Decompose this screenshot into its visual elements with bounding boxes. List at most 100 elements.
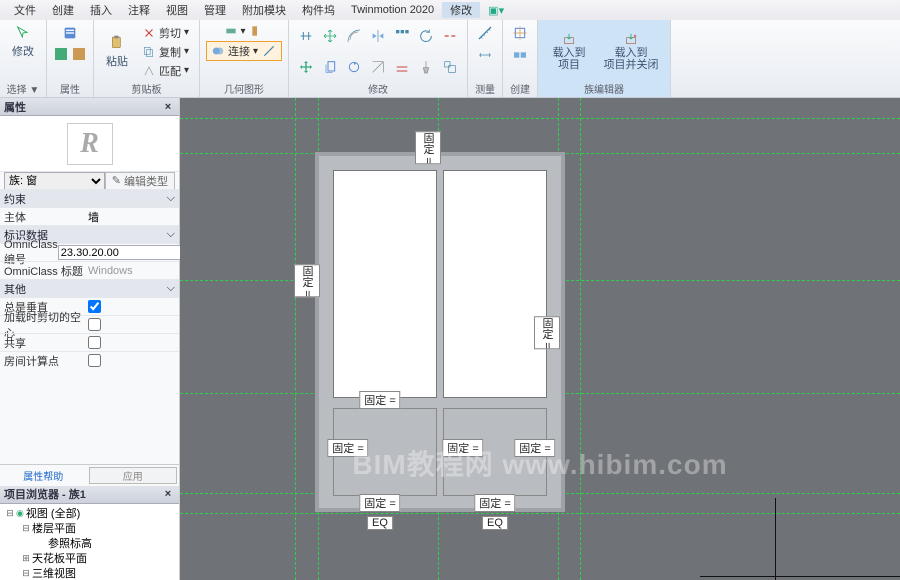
menu-finish-icon[interactable]: ▣▾ xyxy=(480,4,512,17)
dim-label[interactable]: 固定 = xyxy=(474,494,515,512)
type-selector-row: 族: 窗 ✎编辑类型 xyxy=(0,171,179,189)
always-vertical-checkbox[interactable] xyxy=(88,300,101,313)
rotate2-icon[interactable] xyxy=(343,56,365,78)
ribbon-group-select: 修改 选择 ▼ xyxy=(0,20,47,97)
section-other[interactable]: 其他⌵ xyxy=(0,279,179,297)
row-room-calc: 房间计算点 xyxy=(0,351,179,369)
ribbon-group-create: 创建 xyxy=(503,20,538,97)
group-label: 剪贴板 xyxy=(100,81,193,97)
measure-icon[interactable] xyxy=(474,22,496,44)
dim-eq-label[interactable]: EQ xyxy=(482,516,508,530)
properties-icon[interactable] xyxy=(59,22,81,44)
paste-button[interactable]: 粘贴 xyxy=(100,32,134,72)
ribbon: 修改 选择 ▼ 属性 粘贴 剪切 ▾ 复制 ▾ 匹配 ▾ 剪贴板 xyxy=(0,20,900,98)
menu-create[interactable]: 创建 xyxy=(44,2,82,18)
create2-icon[interactable] xyxy=(509,44,531,66)
cut-void-checkbox[interactable] xyxy=(88,318,101,331)
menu-twinmotion[interactable]: Twinmotion 2020 xyxy=(343,4,442,16)
dim-label[interactable]: 固定 = xyxy=(442,439,483,457)
shared-checkbox[interactable] xyxy=(88,336,101,349)
rotate-icon[interactable] xyxy=(415,25,437,47)
tree-node[interactable]: ⊞天花板平面 xyxy=(0,551,179,566)
group-label: 测量 xyxy=(474,81,496,97)
menu-view[interactable]: 视图 xyxy=(158,2,196,18)
array-icon[interactable] xyxy=(391,25,413,47)
menu-modify[interactable]: 修改 xyxy=(442,2,480,18)
cut-button[interactable]: 剪切 ▾ xyxy=(138,24,193,42)
dim-label[interactable]: 固定 = xyxy=(294,264,320,297)
group-label: 属性 xyxy=(53,81,87,97)
copy2-icon[interactable] xyxy=(319,56,341,78)
tree-node[interactable]: 参照标高 xyxy=(0,536,179,551)
load-into-project-close-button[interactable]: 载入到 项目并关闭 xyxy=(598,32,664,72)
group-label: 修改 xyxy=(295,81,461,97)
pane-top-left[interactable] xyxy=(333,170,437,398)
match-button[interactable]: 匹配 ▾ xyxy=(138,62,193,80)
align-icon[interactable] xyxy=(295,25,317,47)
apply-button[interactable]: 应用 xyxy=(89,467,178,484)
dim-eq-label[interactable]: EQ xyxy=(367,516,393,530)
menu-insert[interactable]: 插入 xyxy=(82,2,120,18)
scale-icon[interactable] xyxy=(439,56,461,78)
tree-node[interactable]: ⊟楼层平面 xyxy=(0,521,179,536)
create-icon[interactable] xyxy=(509,22,531,44)
properties-footer: 属性帮助 应用 xyxy=(0,464,179,486)
ribbon-group-properties: 属性 xyxy=(47,20,94,97)
group-label: 族编辑器 xyxy=(544,81,664,97)
row-shared: 共享 xyxy=(0,333,179,351)
join-button[interactable]: 连接 ▾ xyxy=(206,41,282,61)
menu-annotate[interactable]: 注释 xyxy=(120,2,158,18)
section-constraint[interactable]: 约束⌵ xyxy=(0,189,179,207)
ribbon-group-clipboard: 粘贴 剪切 ▾ 复制 ▾ 匹配 ▾ 剪贴板 xyxy=(94,20,200,97)
group-label: 选择 ▼ xyxy=(6,81,40,97)
menu-goujianwu[interactable]: 构件坞 xyxy=(294,2,343,18)
tree-node[interactable]: ⊟◉视图 (全部) xyxy=(0,506,179,521)
trim-icon[interactable] xyxy=(367,56,389,78)
row-omniclass-number: OmniClass 编号 xyxy=(0,243,179,261)
tree-node[interactable]: ⊟三维视图 xyxy=(0,566,179,580)
menu-manage[interactable]: 管理 xyxy=(196,2,234,18)
viewport[interactable]: 固定 = 固定 = 固定 = 固定 = 固定 = 固定 = 固定 = 固定 = … xyxy=(180,98,900,580)
close-browser-icon[interactable]: × xyxy=(161,488,175,500)
dim-label[interactable]: 固定 = xyxy=(534,316,560,349)
close-properties-icon[interactable]: × xyxy=(161,101,175,113)
ribbon-group-familyeditor: 载入到 项目 载入到 项目并关闭 族编辑器 xyxy=(538,20,671,97)
ribbon-group-modify: 修改 xyxy=(289,20,468,97)
edit-type-button[interactable]: ✎编辑类型 xyxy=(105,172,175,190)
menubar: 文件 创建 插入 注释 视图 管理 附加模块 构件坞 Twinmotion 20… xyxy=(0,0,900,20)
split-icon[interactable] xyxy=(439,25,461,47)
row-host: 主体墙 xyxy=(0,207,179,225)
room-calc-checkbox[interactable] xyxy=(88,354,101,367)
project-browser-tree[interactable]: ⊟◉视图 (全部)⊟楼层平面参照标高⊞天花板平面⊟三维视图{三维}视图 1 xyxy=(0,504,179,580)
dim-icon[interactable] xyxy=(474,44,496,66)
window-element[interactable] xyxy=(315,152,565,512)
ribbon-group-geometry: ▾ 连接 ▾ 几何图形 xyxy=(200,20,289,97)
dim-label[interactable]: 固定 = xyxy=(514,439,555,457)
dim-label[interactable]: 固定 = xyxy=(327,439,368,457)
properties-help-link[interactable]: 属性帮助 xyxy=(0,465,87,486)
dim-label[interactable]: 固定 = xyxy=(359,494,400,512)
move2-icon[interactable] xyxy=(295,56,317,78)
move-icon[interactable] xyxy=(319,25,341,47)
menu-addins[interactable]: 附加模块 xyxy=(234,2,294,18)
prop-small-2-icon[interactable] xyxy=(71,46,87,62)
menu-file[interactable]: 文件 xyxy=(6,2,44,18)
prop-small-1-icon[interactable] xyxy=(53,46,69,62)
dim-label[interactable]: 固定 = xyxy=(359,391,400,409)
properties-title: 属性 × xyxy=(0,98,179,116)
cope-button[interactable]: ▾ xyxy=(220,22,269,40)
pane-top-right[interactable] xyxy=(443,170,547,398)
group-label: 创建 xyxy=(509,81,531,97)
row-omniclass-title: OmniClass 标题Windows xyxy=(0,261,179,279)
load-into-project-button[interactable]: 载入到 项目 xyxy=(544,32,594,72)
modify-button[interactable]: 修改 xyxy=(6,22,40,62)
dim-label[interactable]: 固定 = xyxy=(415,131,441,164)
type-selector[interactable]: 族: 窗 xyxy=(4,172,105,190)
copy-button[interactable]: 复制 ▾ xyxy=(138,43,193,61)
trim2-icon[interactable] xyxy=(391,56,413,78)
group-label: 几何图形 xyxy=(206,81,282,97)
ribbon-group-measure: 测量 xyxy=(468,20,503,97)
mirror-icon[interactable] xyxy=(367,25,389,47)
offset-icon[interactable] xyxy=(343,25,365,47)
pin-icon[interactable] xyxy=(415,56,437,78)
